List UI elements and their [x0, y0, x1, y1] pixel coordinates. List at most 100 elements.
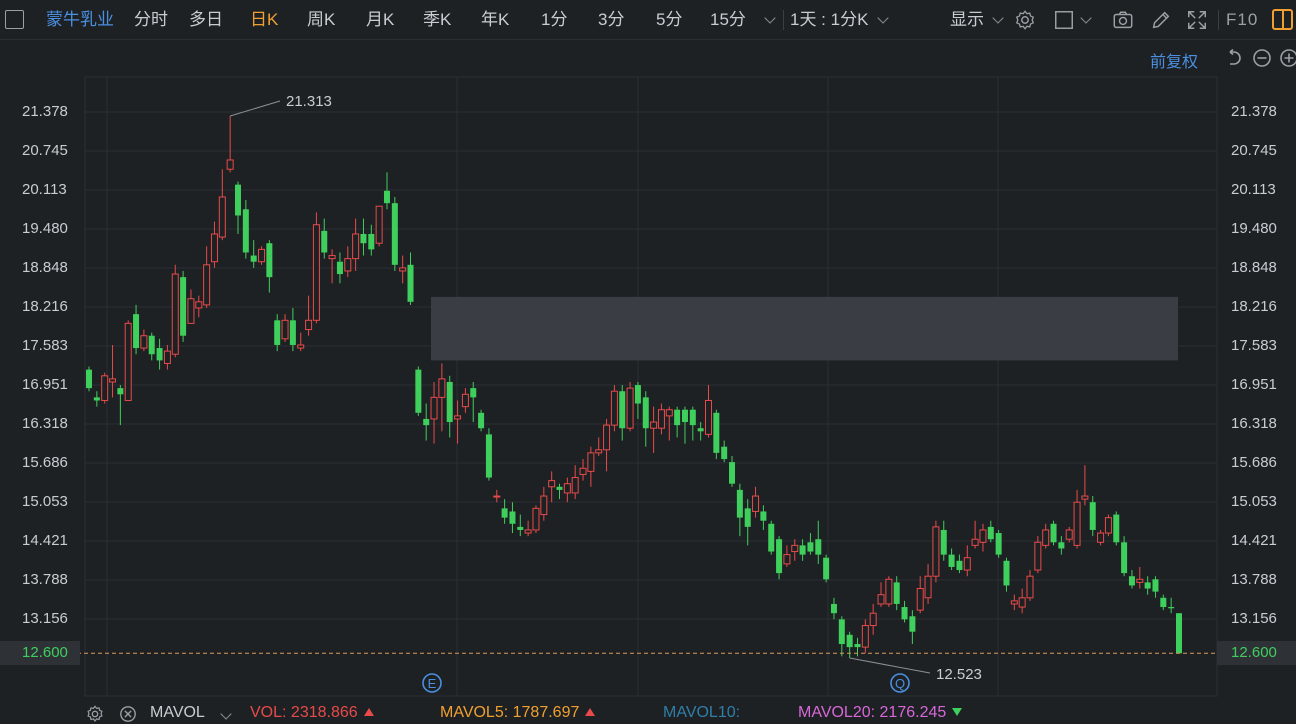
candle-body-up — [210, 233, 218, 263]
candle-body-down — [948, 554, 955, 567]
candle-body-up — [571, 477, 579, 494]
range-chevron-icon[interactable] — [877, 12, 889, 24]
tab-yearly-k[interactable]: 年K — [481, 0, 509, 40]
tab-1min[interactable]: 1分 — [541, 0, 567, 40]
candle-body-up — [1097, 532, 1105, 543]
tab-3min[interactable]: 3分 — [598, 0, 624, 40]
layout-icon[interactable] — [1272, 9, 1293, 30]
event-marker-e-label: E — [428, 676, 437, 691]
candle-body-down — [1128, 576, 1135, 586]
candle-body-down — [1089, 502, 1096, 530]
right-axis-tick-label: 13.788 — [1231, 571, 1277, 589]
candle-body-up — [916, 588, 924, 611]
period-dropdown-chevron-icon[interactable] — [764, 12, 776, 24]
indicator-chevron-icon[interactable] — [220, 708, 232, 720]
tab-quarterly-k[interactable]: 季K — [423, 0, 451, 40]
candle-body-up — [924, 575, 932, 599]
candle-body-down — [1050, 523, 1057, 543]
candle-body-up — [869, 612, 877, 627]
gear-icon[interactable] — [1014, 9, 1036, 31]
vol-label: VOL: — [250, 704, 287, 721]
candle-body-down — [93, 397, 100, 401]
tab-daily-k[interactable]: 日K — [250, 0, 278, 40]
candle-body-down — [86, 369, 92, 389]
expand-icon[interactable] — [1186, 9, 1208, 31]
candle-body-up — [1010, 600, 1018, 605]
candle-body-down — [642, 397, 649, 429]
candle-body-down — [360, 233, 367, 244]
tab-intraday[interactable]: 分时 — [134, 0, 168, 40]
candle-body-up — [218, 196, 226, 238]
square-chevron-icon[interactable] — [1080, 12, 1092, 24]
current-price-tag-left: 12.600 — [0, 641, 80, 666]
tab-5min[interactable]: 5分 — [656, 0, 682, 40]
mavol5-readout: MAVOL5: 1787.697 — [440, 704, 596, 722]
candle-body-up — [885, 578, 893, 605]
indicator-name[interactable]: MAVOL — [150, 704, 205, 722]
mavol20-down-arrow-icon — [952, 708, 963, 716]
left-axis-tick-label: 16.318 — [22, 415, 68, 433]
pen-icon[interactable] — [1150, 9, 1172, 31]
candle-body-down — [830, 603, 837, 614]
tab-15min[interactable]: 15分 — [710, 0, 746, 40]
stock-name[interactable]: 蒙牛乳业 — [46, 0, 114, 40]
candle-body-up — [328, 255, 336, 260]
candle-body-up — [344, 258, 352, 272]
candle-body-up — [140, 335, 148, 349]
candle-body-down — [556, 486, 563, 490]
candle-body-up — [1104, 517, 1112, 534]
candle-body-up — [595, 449, 603, 454]
candle-body-down — [274, 320, 281, 345]
candle-body-up — [932, 526, 940, 577]
left-axis-tick-label: 18.848 — [22, 259, 68, 276]
left-axis-tick-label: 17.583 — [22, 337, 68, 354]
right-axis-tick-label: 18.848 — [1231, 259, 1277, 276]
display-menu[interactable]: 显示 — [950, 0, 984, 40]
display-chevron-icon[interactable] — [992, 12, 1004, 24]
candlestick-chart[interactable]: 21.313 12.523 E Q — [0, 40, 1296, 700]
candle-body-down — [180, 277, 187, 336]
tab-weekly-k[interactable]: 周K — [307, 0, 335, 40]
square-icon[interactable] — [1053, 9, 1075, 31]
candle-body-down — [823, 557, 830, 580]
plot-area — [84, 76, 1218, 697]
sidebar-toggle-icon[interactable] — [5, 10, 24, 29]
candle-body-up — [226, 159, 234, 170]
candle-body-up — [352, 233, 360, 260]
candle-body-down — [744, 508, 751, 527]
candle-body-up — [163, 350, 171, 364]
candle-body-up — [493, 495, 501, 498]
low-annotation-label: 12.523 — [936, 666, 982, 683]
candle-body-up — [297, 344, 305, 349]
candle-body-down — [446, 381, 453, 423]
candle-body-down — [156, 348, 163, 361]
candle-body-down — [501, 508, 508, 518]
candle-body-down — [1121, 542, 1128, 574]
candle-body-down — [1176, 613, 1182, 654]
candle-body-down — [266, 243, 273, 278]
candle-body-down — [807, 542, 814, 552]
candle-body-down — [1113, 514, 1120, 543]
candle-body-down — [634, 385, 641, 404]
candle-body-down — [721, 446, 728, 460]
candle-body-down — [336, 261, 343, 275]
close-indicator-icon[interactable] — [119, 705, 137, 724]
candle-body-up — [532, 507, 540, 531]
range-selector[interactable]: 1天 : 1分K — [790, 0, 868, 40]
left-axis-tick-label: 16.951 — [22, 375, 68, 393]
camera-icon[interactable] — [1112, 9, 1134, 31]
candle-body-up — [281, 319, 289, 340]
candle-body-down — [1003, 560, 1010, 586]
left-axis-tick-label: 21.378 — [22, 103, 68, 120]
candle-body-down — [909, 616, 916, 632]
left-axis-tick-label: 13.788 — [22, 571, 68, 589]
candle-body-down — [117, 388, 124, 395]
candle-body-down — [901, 607, 908, 620]
tab-monthly-k[interactable]: 月K — [366, 0, 394, 40]
left-axis-tick-label: 15.686 — [22, 453, 68, 471]
right-axis-tick-label: 15.686 — [1231, 453, 1277, 471]
tab-multi-day[interactable]: 多日 — [189, 0, 223, 40]
f10-button[interactable]: F10 — [1226, 0, 1258, 40]
toolbar: 蒙牛乳业 分时 多日 日K 周K 月K 季K 年K 1分 3分 5分 15分 1… — [0, 0, 1296, 40]
indicator-settings-icon[interactable] — [86, 705, 104, 724]
